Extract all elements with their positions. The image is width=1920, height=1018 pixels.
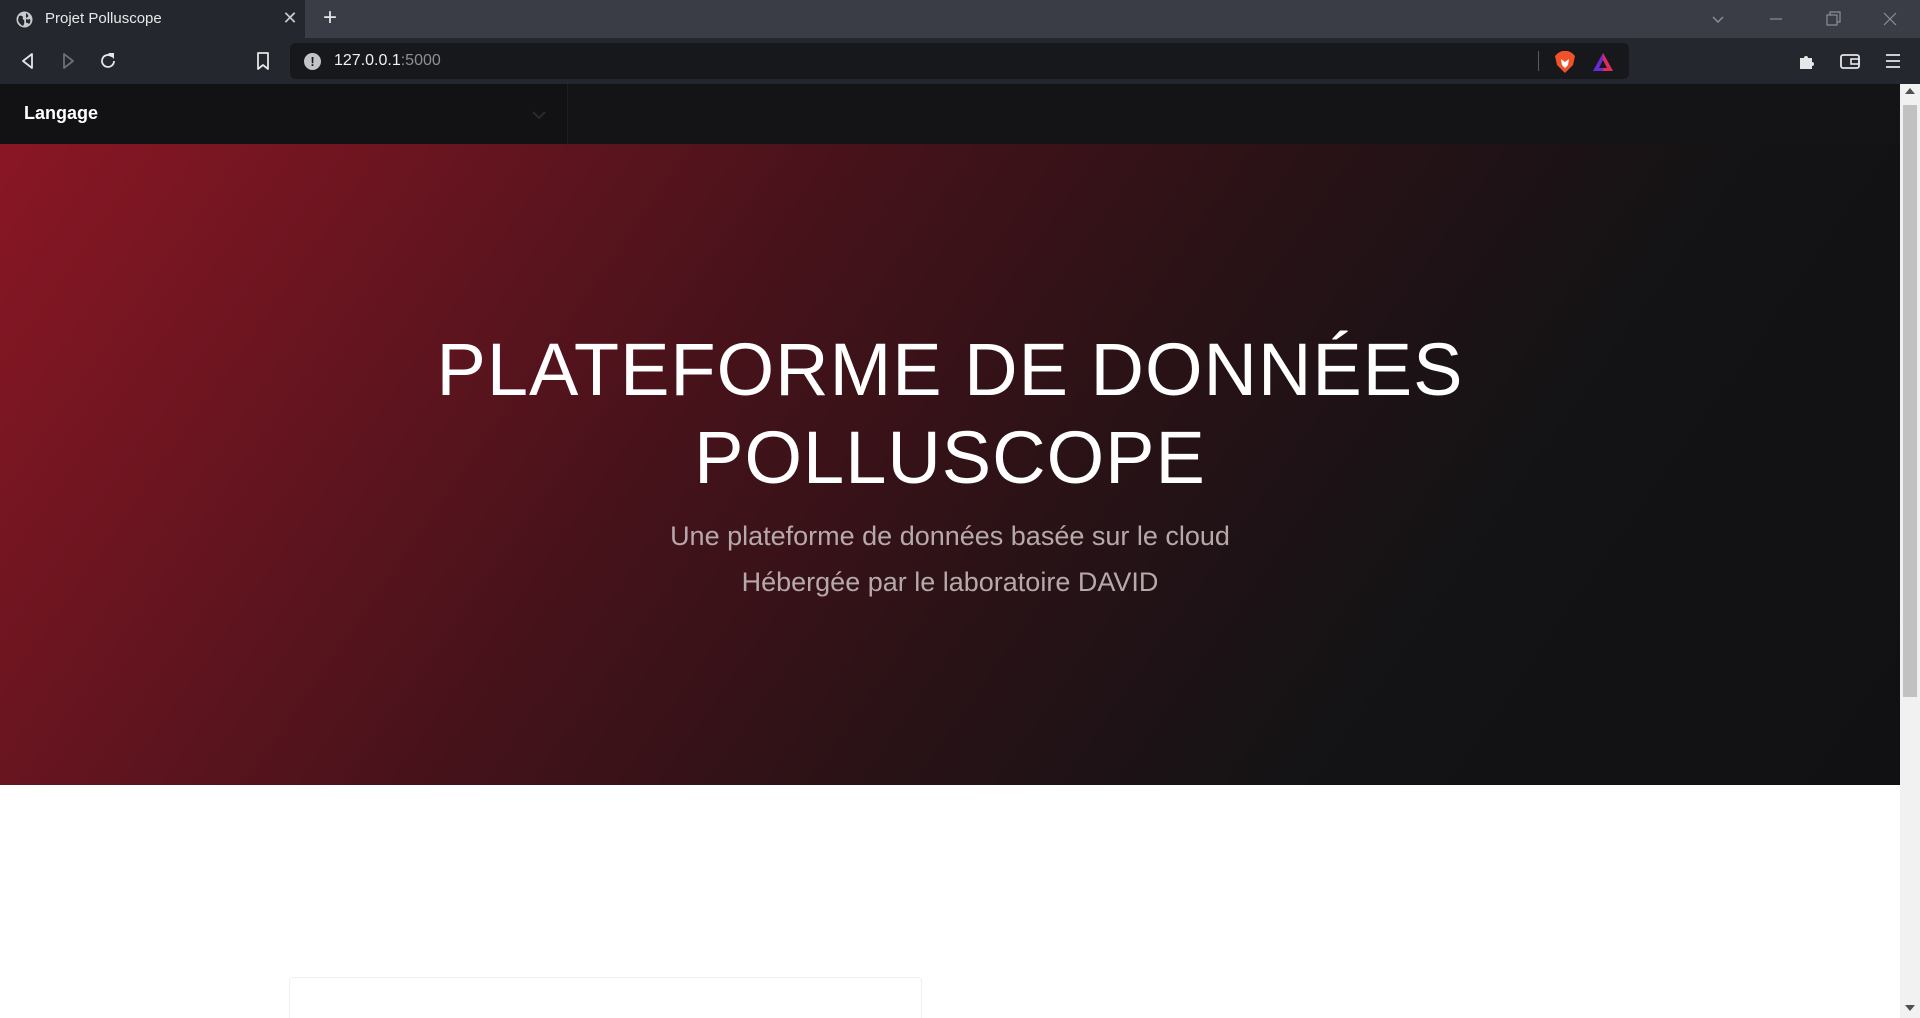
close-window-icon[interactable] [1880, 9, 1900, 29]
back-arrow-icon[interactable] [17, 50, 39, 72]
browser-tab[interactable]: Projet Polluscope ✕ [0, 0, 305, 38]
url-text[interactable]: 127.0.0.1:5000 [334, 52, 441, 70]
info-icon[interactable] [304, 53, 321, 70]
new-tab-button[interactable]: + [318, 6, 342, 30]
page-scrollbar[interactable] [1900, 84, 1920, 1018]
bookmark-icon[interactable] [252, 50, 274, 72]
browser-tab-strip: Projet Polluscope ✕ + [0, 0, 1920, 38]
puzzle-icon[interactable] [1796, 50, 1818, 72]
wallet-icon[interactable] [1839, 50, 1861, 72]
site-navbar: Langage [0, 84, 1900, 144]
hero-title-line2: POLLUSCOPE [694, 416, 1206, 499]
close-tab-icon[interactable]: ✕ [280, 8, 300, 28]
globe-icon [16, 11, 33, 28]
brave-shield-icon[interactable] [1554, 50, 1576, 74]
reload-icon[interactable] [97, 50, 119, 72]
restore-icon[interactable] [1823, 9, 1843, 29]
hero-banner: PLATEFORME DE DONNÉES POLLUSCOPE Une pla… [0, 144, 1900, 785]
chevron-down-icon [532, 111, 546, 120]
scrollbar-thumb[interactable] [1903, 105, 1917, 697]
address-bar-divider [1538, 51, 1539, 71]
minimize-icon[interactable] [1766, 9, 1786, 29]
brave-rewards-icon[interactable] [1592, 52, 1614, 72]
hero-subtitle-line2: Hébergée par le laboratoire DAVID [741, 567, 1159, 597]
language-dropdown-label: Langage [24, 103, 99, 123]
scroll-down-arrow-icon[interactable] [1905, 1005, 1915, 1011]
hero-subtitle-line1: Une plateforme de données basée sur le c… [670, 521, 1230, 551]
browser-toolbar: 127.0.0.1:5000 [0, 38, 1920, 84]
page-viewport: Langage PLATEFORME DE DONNÉES POLLUSCOPE… [0, 84, 1920, 1018]
tab-search-chevron-icon[interactable] [1708, 9, 1728, 29]
forward-arrow-icon[interactable] [57, 50, 79, 72]
tab-title: Projet Polluscope [45, 10, 162, 27]
hero-title-line1: PLATEFORME DE DONNÉES [436, 328, 1464, 411]
hamburger-menu-icon[interactable] [1882, 50, 1904, 72]
scroll-up-arrow-icon[interactable] [1905, 88, 1915, 94]
language-dropdown[interactable]: Langage [0, 84, 568, 144]
content-card [289, 977, 922, 1018]
address-bar[interactable]: 127.0.0.1:5000 [290, 43, 1629, 79]
hero-title: PLATEFORME DE DONNÉES POLLUSCOPE [0, 326, 1900, 502]
